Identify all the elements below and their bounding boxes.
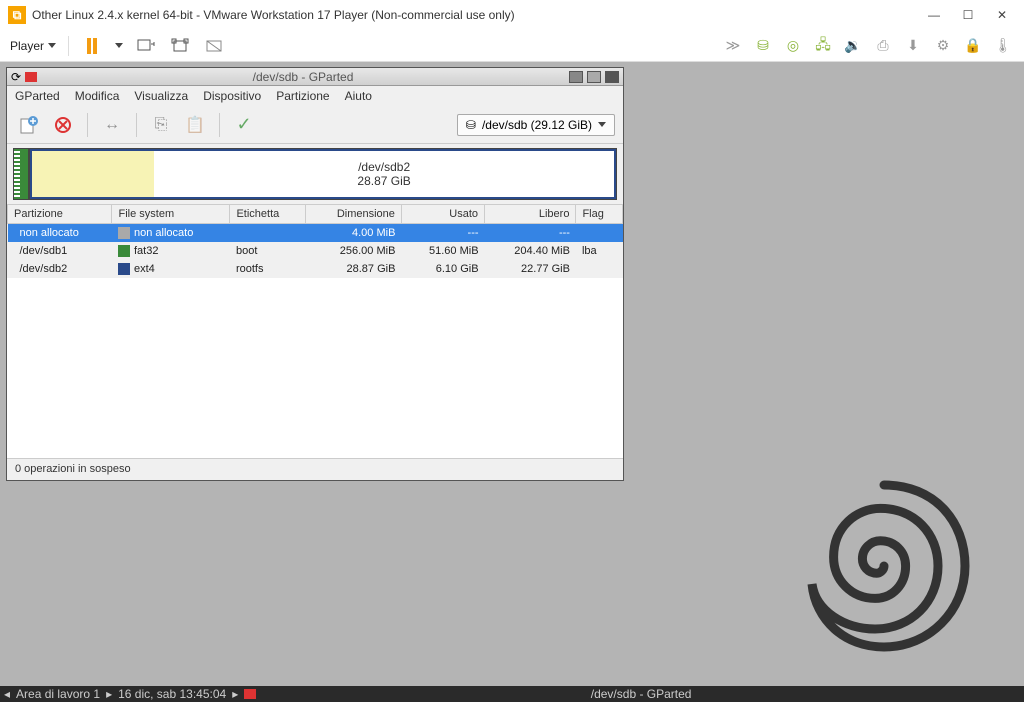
table-empty-area[interactable] [7, 278, 623, 458]
sound-icon[interactable]: 🔉 [842, 35, 864, 57]
partition-table: Partizione File system Etichetta Dimensi… [7, 204, 623, 278]
fullscreen-icon[interactable] [169, 35, 191, 57]
harddisk-icon[interactable]: ⛁ [752, 35, 774, 57]
vmware-titlebar: ⧉ Other Linux 2.4.x kernel 64-bit - VMwa… [0, 0, 1024, 30]
chevron-down-icon [48, 43, 56, 48]
app-icon [25, 72, 37, 82]
device-selector[interactable]: ⛁ /dev/sdb (29.12 GiB) [457, 114, 615, 136]
partition-sdb2-block[interactable]: /dev/sdb2 28.87 GiB [30, 149, 616, 199]
cycle-icon[interactable]: ≫ [722, 35, 744, 57]
pause-button[interactable] [81, 35, 103, 57]
taskbar-datetime[interactable]: 16 dic, sab 13:45:04 [118, 687, 226, 701]
window-title: Other Linux 2.4.x kernel 64-bit - VMware… [32, 8, 914, 22]
menu-modifica[interactable]: Modifica [75, 89, 120, 103]
maximize-button[interactable] [587, 71, 601, 83]
partition-map-size: 28.87 GiB [357, 174, 410, 188]
refresh-icon: ⟳ [11, 70, 21, 84]
col-used[interactable]: Usato [401, 205, 484, 224]
gparted-toolbar: ↔ ⎘ 📋 ✓ ⛁ /dev/sdb (29.12 GiB) [7, 106, 623, 144]
minimize-button[interactable] [569, 71, 583, 83]
gparted-menubar: GParted Modifica Visualizza Dispositivo … [7, 86, 623, 106]
vmware-toolbar: Player ≫ ⛁ ◎ 🖧 🔉 ⎙ ⬇ ⚙ 🔒 🌡 [0, 30, 1024, 62]
table-row[interactable]: /dev/sdb1fat32boot256.00 MiB51.60 MiB204… [8, 242, 623, 260]
network-icon[interactable]: 🖧 [812, 35, 834, 57]
toolbar-divider [87, 113, 88, 137]
free-space-region: /dev/sdb2 28.87 GiB [154, 151, 614, 197]
vmware-logo-icon: ⧉ [8, 6, 26, 24]
guest-desktop: ⟳ /dev/sdb - GParted GParted Modifica Vi… [0, 62, 1024, 686]
gear-icon[interactable]: ⚙ [932, 35, 954, 57]
gparted-title: /dev/sdb - GParted [41, 70, 565, 84]
send-ctrl-alt-del-icon[interactable] [135, 35, 157, 57]
taskbar-arrow-left[interactable]: ◂ [4, 687, 10, 701]
toolbar-divider [136, 113, 137, 137]
debian-swirl-icon [794, 476, 974, 656]
partition-map-label: /dev/sdb2 [358, 160, 410, 174]
chevron-down-icon [598, 122, 606, 127]
close-button[interactable] [605, 71, 619, 83]
delete-partition-button[interactable] [49, 111, 77, 139]
resize-button[interactable]: ↔ [98, 111, 126, 139]
printer-icon[interactable]: ⎙ [872, 35, 894, 57]
partition-sdb1-block[interactable] [20, 149, 30, 199]
copy-button[interactable]: ⎘ [147, 111, 175, 139]
gparted-window: ⟳ /dev/sdb - GParted GParted Modifica Vi… [6, 67, 624, 481]
menu-partizione[interactable]: Partizione [276, 89, 329, 103]
minimize-button[interactable]: — [920, 5, 948, 25]
col-size[interactable]: Dimensione [305, 205, 401, 224]
menu-visualizza[interactable]: Visualizza [134, 89, 188, 103]
workspace-indicator[interactable]: Area di lavoro 1 [16, 687, 100, 701]
harddisk-icon: ⛁ [466, 118, 476, 132]
unity-disabled-icon[interactable] [203, 35, 225, 57]
col-label[interactable]: Etichetta [230, 205, 305, 224]
app-icon[interactable] [244, 689, 256, 699]
device-selector-label: /dev/sdb (29.12 GiB) [482, 118, 592, 132]
lock-icon[interactable]: 🔒 [962, 35, 984, 57]
menu-dispositivo[interactable]: Dispositivo [203, 89, 261, 103]
gparted-titlebar[interactable]: ⟳ /dev/sdb - GParted [7, 68, 623, 86]
col-partition[interactable]: Partizione [8, 205, 112, 224]
vmware-device-icons: ≫ ⛁ ◎ 🖧 🔉 ⎙ ⬇ ⚙ 🔒 🌡 [722, 35, 1014, 57]
cd-icon[interactable]: ◎ [782, 35, 804, 57]
toolbar-divider [68, 36, 69, 56]
taskbar-arrow-right[interactable]: ▸ [106, 687, 112, 701]
col-free[interactable]: Libero [485, 205, 576, 224]
col-filesystem[interactable]: File system [112, 205, 230, 224]
taskbar-arrow-right[interactable]: ▸ [232, 687, 238, 701]
menu-aiuto[interactable]: Aiuto [345, 89, 372, 103]
partition-map[interactable]: /dev/sdb2 28.87 GiB [13, 148, 617, 200]
player-menu[interactable]: Player [10, 39, 56, 53]
taskbar-active-window[interactable]: /dev/sdb - GParted [262, 687, 1020, 701]
gparted-statusbar: 0 operazioni in sospeso [7, 458, 623, 480]
table-row[interactable]: /dev/sdb2ext4rootfs28.87 GiB6.10 GiB22.7… [8, 260, 623, 278]
guest-taskbar[interactable]: ◂ Area di lavoro 1 ▸ 16 dic, sab 13:45:0… [0, 686, 1024, 702]
col-flag[interactable]: Flag [576, 205, 623, 224]
table-row[interactable]: non allocatonon allocato4.00 MiB------ [8, 224, 623, 243]
chevron-down-icon[interactable] [115, 43, 123, 48]
thermometer-icon[interactable]: 🌡 [992, 35, 1014, 57]
paste-button[interactable]: 📋 [181, 111, 209, 139]
download-icon[interactable]: ⬇ [902, 35, 924, 57]
new-partition-button[interactable] [15, 111, 43, 139]
close-button[interactable]: ✕ [988, 5, 1016, 25]
maximize-button[interactable]: ☐ [954, 5, 982, 25]
apply-button[interactable]: ✓ [230, 111, 258, 139]
menu-gparted[interactable]: GParted [15, 89, 60, 103]
toolbar-divider [219, 113, 220, 137]
used-space-region [32, 151, 154, 197]
